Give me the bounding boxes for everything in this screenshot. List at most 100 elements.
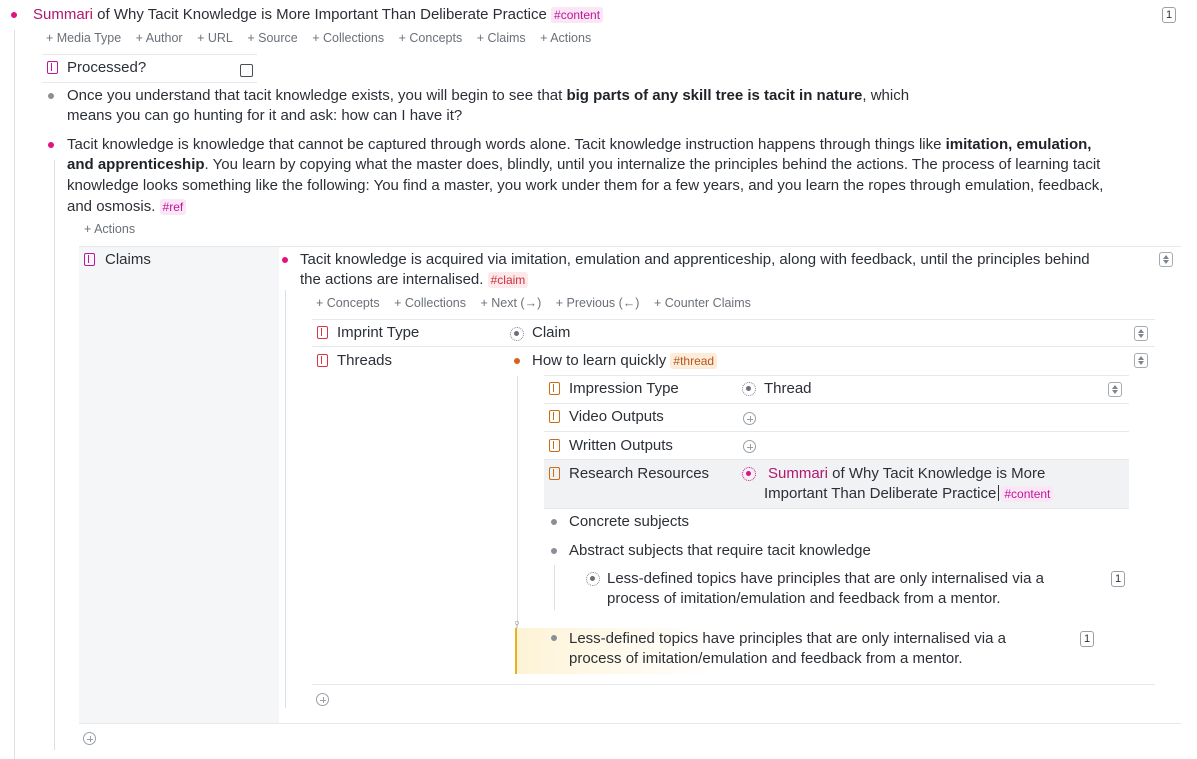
research-resource-line1[interactable]: Summari of Why Tacit Knowledge is More — [764, 464, 1045, 485]
thread-bullet[interactable] — [514, 358, 520, 364]
add-field-icon[interactable] — [83, 732, 96, 745]
field-icon — [549, 382, 560, 395]
bullet1-bullet[interactable] — [48, 93, 54, 99]
add-next[interactable]: + Next (→) — [480, 296, 541, 310]
add-video-output-icon[interactable] — [743, 412, 756, 425]
drag-item-bullet[interactable] — [551, 635, 557, 641]
bullet1-line2[interactable]: means you can go hunting for it and ask:… — [67, 106, 462, 127]
bullet2-line3[interactable]: knowledge looks something like the follo… — [67, 176, 1103, 197]
drag-item-line1[interactable]: Less-defined topics have principles that… — [569, 629, 1006, 650]
add-previous[interactable]: + Previous (←) — [556, 296, 640, 310]
bullet2-line2[interactable]: and apprenticeship. You learn by copying… — [67, 155, 1100, 176]
bullet1-line1[interactable]: Once you understand that tacit knowledge… — [67, 86, 909, 107]
add-concepts[interactable]: + Concepts — [399, 31, 463, 45]
claim-type-icon — [510, 327, 524, 341]
bullet2-line1[interactable]: Tacit knowledge is knowledge that cannot… — [67, 135, 1091, 156]
claim-line2[interactable]: the actions are internalised. #claim — [300, 270, 529, 291]
bullet2-line4[interactable]: and osmosis. #ref — [67, 197, 187, 218]
drag-indicator-bar — [515, 628, 517, 674]
add-claims[interactable]: + Claims — [477, 31, 526, 45]
divider — [544, 431, 1129, 432]
claims-label: Claims — [105, 251, 151, 268]
bullet1-text: Once you understand that tacit knowledge… — [67, 87, 567, 104]
concrete-bullet[interactable] — [551, 519, 557, 525]
bullet2-bullet[interactable] — [48, 142, 54, 148]
impression-type-label: Impression Type — [569, 380, 679, 397]
sub-item-count-badge[interactable]: 1 — [1111, 571, 1125, 587]
research-resources-label: Research Resources — [569, 465, 710, 482]
imprint-type-value[interactable]: Claim — [532, 323, 570, 344]
add-collections[interactable]: + Collections — [394, 296, 466, 310]
impression-type-value[interactable]: Thread — [764, 379, 812, 400]
abstract-bullet[interactable] — [551, 548, 557, 554]
add-author[interactable]: + Author — [136, 31, 183, 45]
imprint-type-label: Imprint Type — [337, 324, 420, 341]
drag-item-count-badge[interactable]: 1 — [1080, 631, 1094, 647]
root-actions-row: + Media Type + Author + URL + Source + C… — [46, 31, 602, 45]
add-url[interactable]: + URL — [197, 31, 233, 45]
claim-indent-guide — [285, 290, 286, 708]
bullet1-text-post: , which — [862, 87, 910, 104]
content-type-icon — [742, 467, 756, 481]
divider — [544, 403, 1129, 404]
add-concepts[interactable]: + Concepts — [316, 296, 380, 310]
claim-bullet[interactable] — [282, 257, 288, 263]
video-outputs-label: Video Outputs — [569, 408, 664, 425]
root-title-text: of Why Tacit Knowledge is More Important… — [93, 6, 552, 23]
divider — [312, 319, 1155, 320]
research-summari-ref[interactable]: Summari — [768, 465, 828, 482]
thread-title[interactable]: How to learn quickly #thread — [532, 351, 718, 372]
abstract-subjects[interactable]: Abstract subjects that require tacit kno… — [569, 541, 871, 562]
drag-item-line2[interactable]: process of imitation/emulation and feedb… — [569, 649, 963, 670]
add-source[interactable]: + Source — [247, 31, 297, 45]
field-icon — [84, 253, 95, 266]
add-claim-field-icon[interactable] — [316, 693, 329, 706]
bullet2-actions-row: + Actions — [84, 222, 146, 236]
impression-type-stepper[interactable] — [1108, 382, 1122, 397]
claim-expand-stepper[interactable] — [1159, 252, 1173, 267]
claim-line1[interactable]: Tacit knowledge is acquired via imitatio… — [300, 250, 1090, 271]
root-content-tag[interactable]: #content — [551, 7, 604, 23]
claims-label-column — [79, 247, 279, 723]
thread-tag[interactable]: #thread — [670, 353, 718, 369]
bullet2-text-4: and osmosis. — [67, 198, 160, 215]
root-count-badge[interactable]: 1 — [1162, 7, 1176, 23]
divider — [42, 54, 257, 55]
abstract-indent-guide — [554, 565, 555, 610]
thread-stepper[interactable] — [1134, 353, 1148, 368]
bullet2-indent-guide — [54, 160, 55, 750]
add-collections[interactable]: + Collections — [312, 31, 384, 45]
root-summari-ref[interactable]: Summari — [33, 6, 93, 23]
root-bullet[interactable] — [11, 12, 17, 18]
research-resource-line2[interactable]: Important Than Deliberate Practice #conte… — [764, 484, 1054, 505]
root-title[interactable]: Summari of Why Tacit Knowledge is More I… — [33, 5, 604, 26]
sub-item-type-icon — [586, 572, 600, 586]
field-icon — [549, 467, 560, 480]
divider — [312, 684, 1155, 685]
processed-checkbox[interactable] — [240, 64, 253, 77]
field-icon — [549, 439, 560, 452]
ref-tag[interactable]: #ref — [159, 199, 187, 215]
field-icon — [47, 61, 58, 74]
add-counter-claims[interactable]: + Counter Claims — [654, 296, 751, 310]
field-icon — [549, 410, 560, 423]
divider — [312, 346, 1155, 347]
divider — [544, 508, 1129, 509]
sub-item-line2[interactable]: process of imitation/emulation and feedb… — [607, 589, 1001, 610]
divider — [544, 375, 1129, 376]
thread-title-text: How to learn quickly — [532, 352, 671, 369]
imprint-type-stepper[interactable] — [1134, 326, 1148, 341]
add-media-type[interactable]: + Media Type — [46, 31, 121, 45]
sub-item-line1[interactable]: Less-defined topics have principles that… — [607, 569, 1044, 590]
add-written-output-icon[interactable] — [743, 440, 756, 453]
processed-label: Processed? — [67, 59, 147, 76]
concrete-subjects[interactable]: Concrete subjects — [569, 512, 689, 533]
text-cursor — [998, 485, 1000, 501]
add-actions[interactable]: + Actions — [84, 222, 135, 236]
research-content-tag[interactable]: #content — [1001, 486, 1054, 502]
research-text-2: Important Than Deliberate Practice — [764, 485, 997, 502]
claim-tag[interactable]: #claim — [487, 272, 529, 288]
claim-actions-row: + Concepts + Collections + Next (→) + Pr… — [316, 296, 762, 310]
add-actions[interactable]: + Actions — [540, 31, 591, 45]
claim-text-2: the actions are internalised. — [300, 271, 488, 288]
